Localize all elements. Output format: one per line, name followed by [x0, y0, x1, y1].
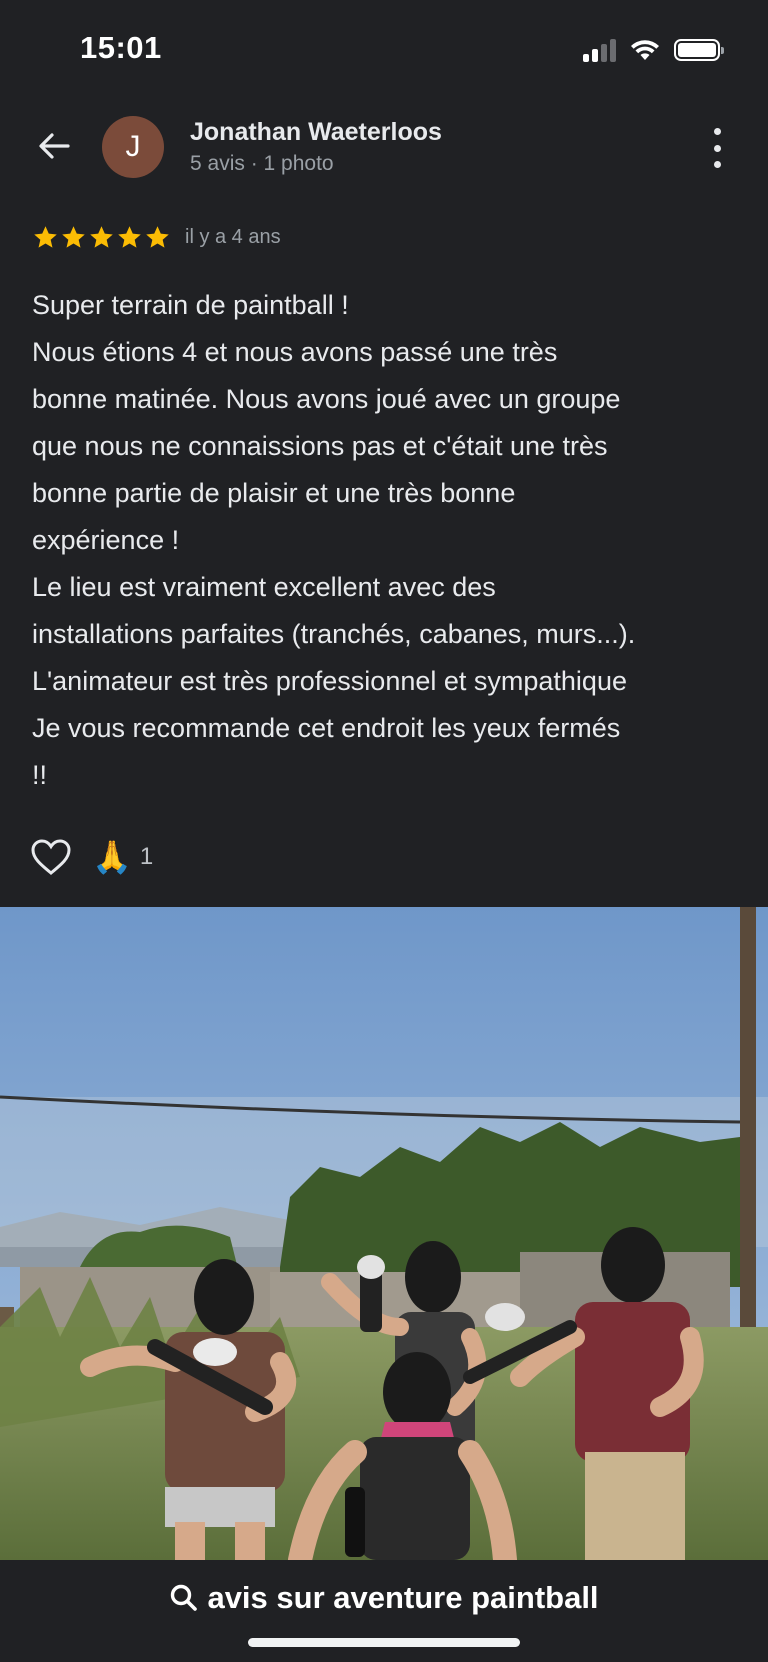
heart-outline-icon — [31, 839, 71, 875]
star-icon — [90, 226, 113, 248]
review-line: L'animateur est très professionnel et sy… — [32, 666, 627, 696]
review-text: Super terrain de paintball ! Nous étions… — [32, 282, 744, 799]
search-title-button[interactable]: avis sur aventure paintball — [0, 1580, 768, 1616]
status-time: 15:01 — [80, 30, 162, 65]
review-line: Le lieu est vraiment excellent avec des — [32, 572, 496, 602]
review-line: bonne matinée. Nous avons joué avec un g… — [32, 384, 621, 414]
more-vert-icon — [713, 128, 721, 135]
search-icon — [171, 1584, 198, 1611]
star-icon — [34, 226, 57, 248]
battery-icon — [674, 39, 724, 61]
review-header: J Jonathan Waeterloos 5 avis · 1 photo — [0, 92, 768, 202]
review-line: bonne partie de plaisir et une très bonn… — [32, 478, 516, 508]
search-title-label: avis sur aventure paintball — [207, 1580, 599, 1615]
review-line: installations parfaites (tranchés, caban… — [32, 619, 636, 649]
star-icon — [62, 226, 85, 248]
review-line: !! — [32, 760, 48, 790]
star-rating — [32, 224, 171, 251]
like-button[interactable] — [30, 838, 72, 876]
rating-row: il y a 4 ans — [32, 224, 281, 251]
review-line: Super terrain de paintball ! — [32, 290, 349, 320]
reactions-row: 🙏 1 — [30, 838, 153, 876]
status-bar: 15:01 — [0, 0, 768, 92]
reaction-count: 1 — [139, 843, 154, 870]
reviewer-meta: 5 avis · 1 photo — [190, 152, 334, 175]
bottom-bar: avis sur aventure paintball — [0, 1560, 768, 1662]
pray-reaction-icon[interactable]: 🙏 — [92, 841, 132, 873]
star-icon — [118, 226, 141, 248]
more-options-button[interactable] — [702, 128, 732, 168]
paintball-photo-illustration — [0, 907, 768, 1560]
status-icons — [583, 38, 724, 62]
review-line: Nous étions 4 et nous avons passé une tr… — [32, 337, 558, 367]
cellular-signal-icon — [583, 38, 616, 62]
back-button[interactable] — [32, 124, 76, 168]
review-line: Je vous recommande cet endroit les yeux … — [32, 713, 621, 743]
avatar[interactable]: J — [102, 116, 164, 178]
reviewer-name[interactable]: Jonathan Waeterloos — [190, 118, 442, 147]
review-line: expérience ! — [32, 525, 180, 555]
arrow-back-icon — [39, 133, 70, 159]
review-date: il y a 4 ans — [185, 226, 281, 248]
star-icon — [146, 226, 169, 248]
review-line: que nous ne connaissions pas et c'était … — [32, 431, 608, 461]
home-indicator[interactable] — [248, 1638, 520, 1647]
wifi-icon — [631, 40, 659, 60]
review-photo[interactable] — [0, 907, 768, 1560]
